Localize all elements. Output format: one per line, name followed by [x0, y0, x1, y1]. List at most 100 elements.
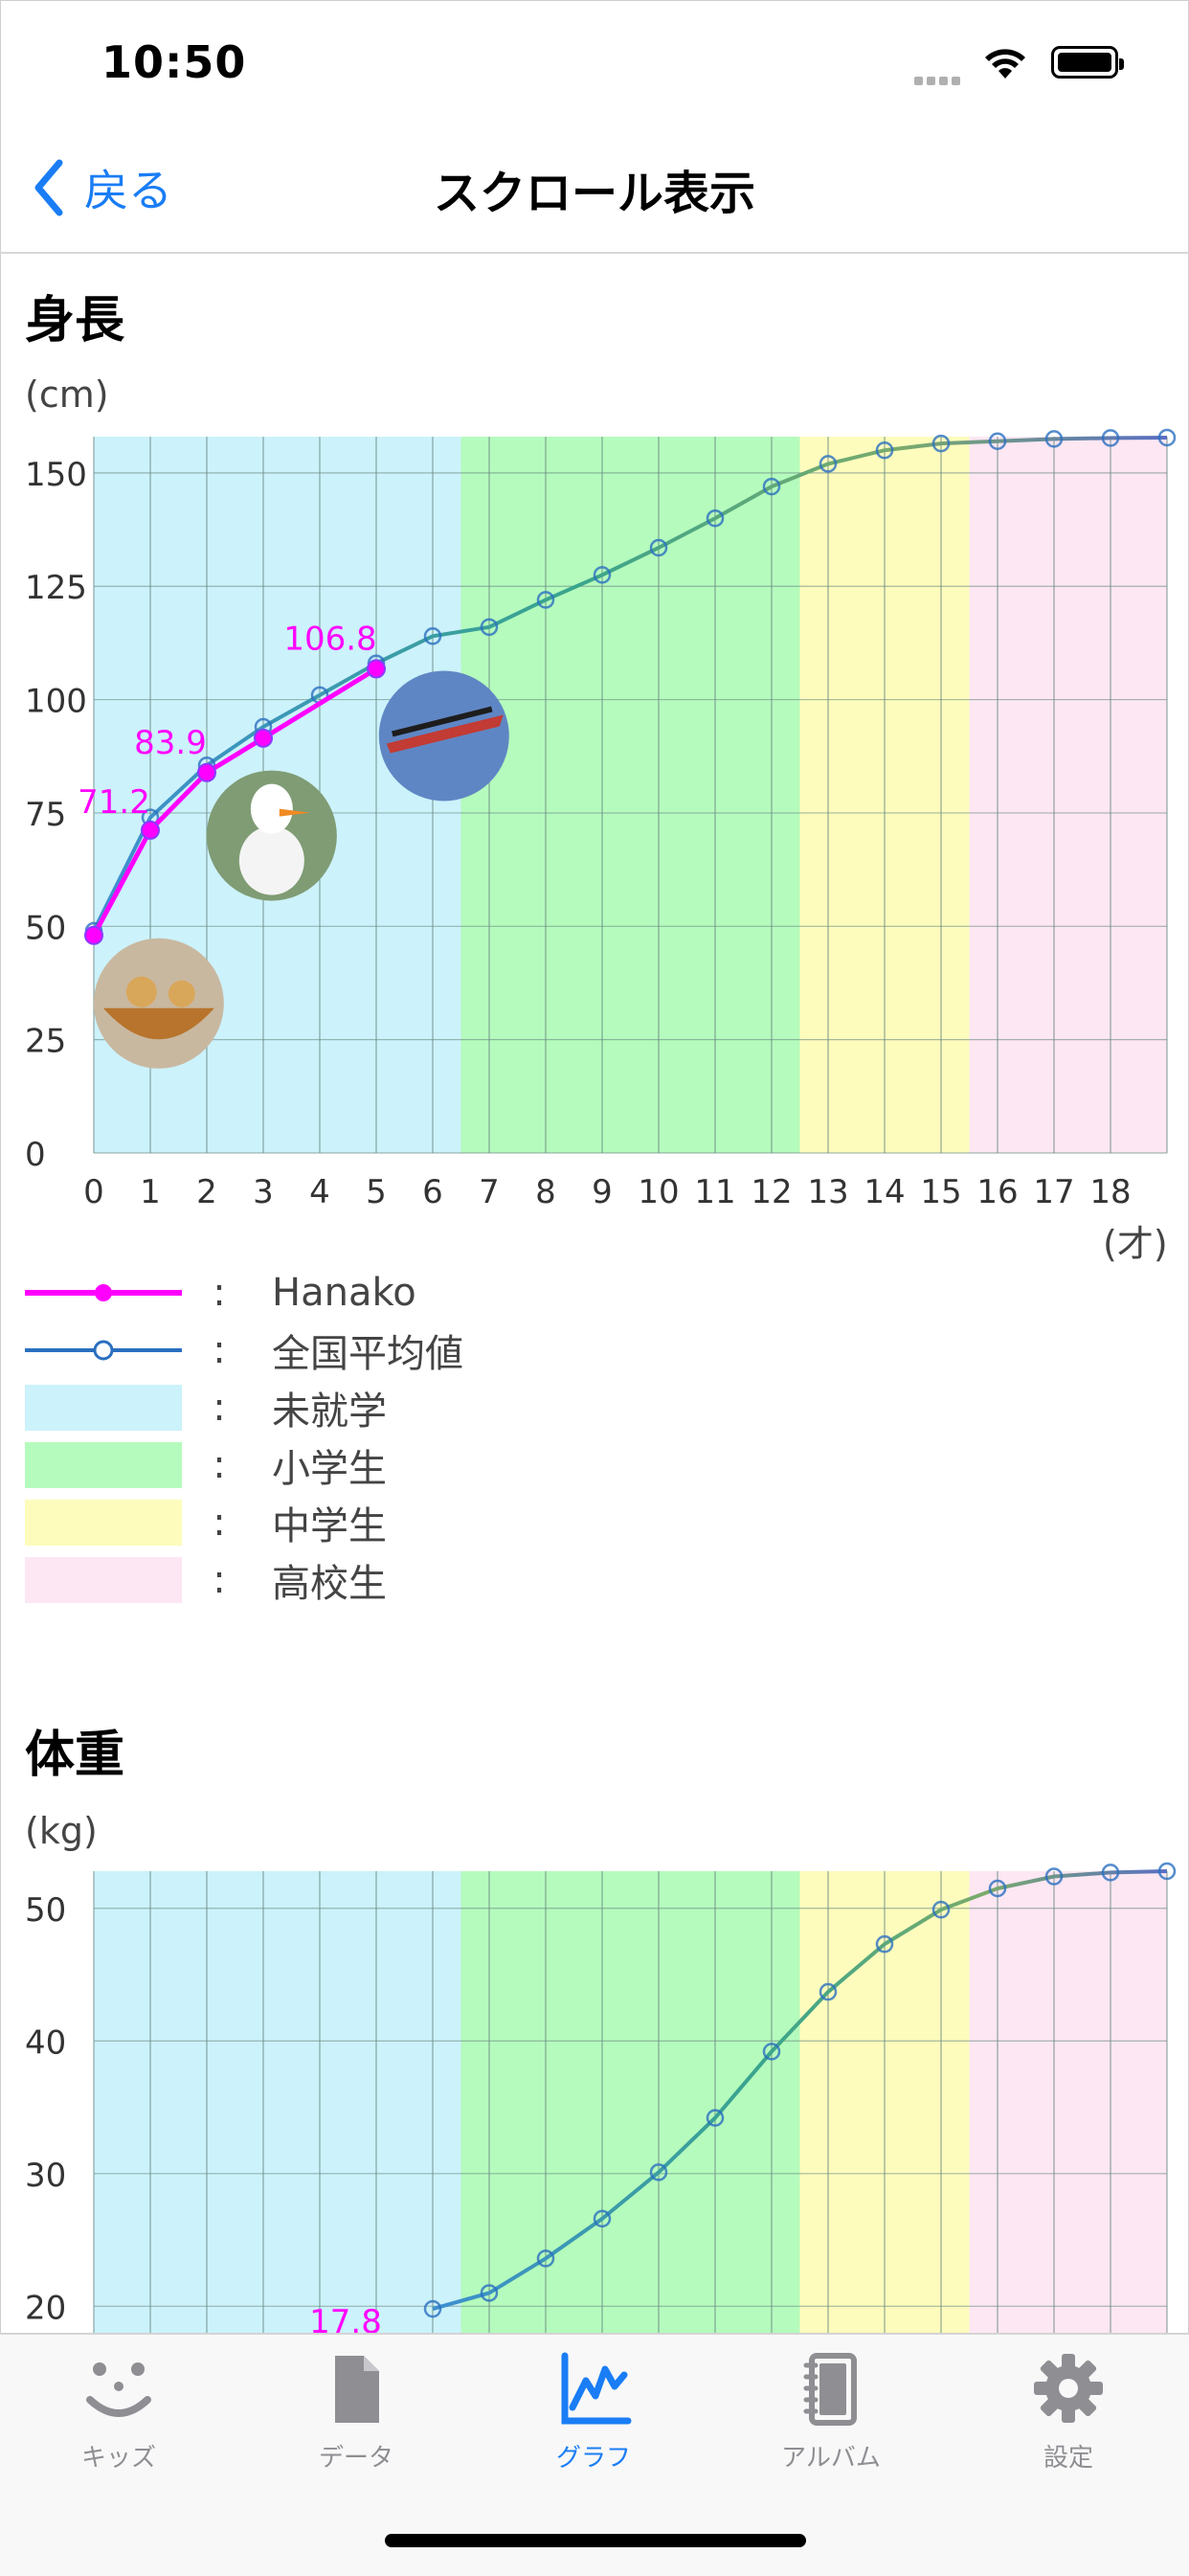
x-tick-label: 3 [253, 1173, 274, 1211]
legend-item: : 小学生 [25, 1440, 387, 1491]
series-point-hanako [84, 925, 103, 945]
legend-separator: : [213, 1328, 226, 1372]
weight-unit-label: (kg) [25, 1810, 98, 1852]
y-tick-label: 100 [25, 683, 87, 721]
photo-circle [93, 938, 224, 1069]
data-label-hanako: 106.8 [283, 620, 376, 658]
y-tick-label: 125 [25, 569, 87, 607]
bear-head [125, 976, 157, 1007]
legend-item: : 高校生 [25, 1555, 387, 1606]
x-tick-label: 15 [920, 1173, 961, 1211]
x-tick-label: 5 [366, 1173, 387, 1211]
series-point-hanako [197, 762, 216, 782]
band-小学生 [460, 1871, 800, 2333]
tab-album-label: アルバム [781, 2444, 881, 2473]
home-indicator [385, 2534, 806, 2547]
data-label-hanako: 17.8 [309, 2303, 382, 2333]
legend-label: 高校生 [272, 1562, 387, 1606]
y-tick-label: 50 [25, 1891, 66, 1930]
band-高校生 [969, 437, 1167, 1153]
x-tick-label: 10 [638, 1173, 679, 1211]
document-icon [335, 2356, 379, 2423]
x-tick-label: 17 [1033, 1173, 1074, 1211]
tab-graph[interactable]: グラフ [498, 2352, 689, 2474]
legend-label: 全国平均値 [272, 1332, 463, 1376]
x-tick-label: 9 [592, 1173, 613, 1211]
y-tick-label: 20 [25, 2289, 66, 2327]
x-tick-label: 2 [196, 1173, 217, 1211]
photo-thumbnail-teddy-bears-in-basket [93, 938, 224, 1069]
status-time: 10:50 [101, 36, 247, 88]
y-tick-label: 30 [25, 2157, 66, 2195]
x-tick-label: 6 [422, 1173, 443, 1211]
y-tick-label: 25 [25, 1023, 66, 1061]
data-label-hanako: 71.2 [78, 783, 150, 822]
legend-item: : Hanako [25, 1268, 416, 1318]
height-unit-label: (cm) [25, 373, 109, 416]
snowman-body [238, 825, 304, 895]
x-tick-label: 14 [864, 1173, 905, 1211]
tab-graph-label: グラフ [555, 2444, 631, 2473]
y-tick-label: 40 [25, 2023, 66, 2062]
x-tick-label: 4 [309, 1173, 330, 1211]
tab-album[interactable]: アルバム [735, 2352, 927, 2474]
snowman-head [250, 783, 293, 834]
legend-separator: : [213, 1443, 226, 1487]
weight-section-title: 体重 [25, 1727, 125, 1784]
x-tick-label: 12 [751, 1173, 792, 1211]
face-icon [86, 2362, 151, 2417]
band-高校生 [969, 1871, 1167, 2333]
nav-divider [0, 252, 1189, 254]
y-tick-label: 0 [25, 1136, 46, 1174]
x-tick-label: 16 [976, 1173, 1018, 1211]
bear-head [168, 980, 195, 1007]
cellular-signal-icon [914, 71, 964, 89]
height-section-title: 身長 [25, 292, 125, 350]
legend-swatch [25, 1385, 182, 1431]
legend-item: : 中学生 [25, 1498, 387, 1548]
legend-item: : 全国平均値 [25, 1325, 463, 1376]
series-point-hanako [254, 728, 273, 748]
tab-data-label: データ [318, 2444, 393, 2473]
legend-separator: : [213, 1501, 226, 1545]
legend-swatch [25, 1442, 182, 1488]
legend-swatch [25, 1340, 182, 1361]
legend-swatch [25, 1284, 182, 1301]
gear-icon [1034, 2354, 1103, 2423]
photo-thumbnail-snowman-figure [206, 770, 337, 901]
photo-thumbnail-flying-jets [378, 670, 509, 802]
data-label-hanako: 83.9 [134, 724, 207, 762]
legend-swatch [25, 1500, 182, 1546]
series-point-hanako [367, 659, 386, 679]
x-tick-label: 1 [140, 1173, 161, 1211]
height-x-unit-label: (才) [1103, 1223, 1168, 1265]
x-tick-label: 0 [83, 1173, 104, 1211]
wifi-icon [982, 44, 1028, 84]
x-tick-label: 18 [1089, 1173, 1131, 1211]
legend-label: 未就学 [272, 1390, 387, 1434]
battery-icon [1051, 46, 1124, 79]
tab-settings[interactable]: 設定 [973, 2352, 1164, 2474]
band-小学生 [460, 437, 800, 1153]
y-tick-label: 150 [25, 456, 87, 494]
legend-label: Hanako [272, 1271, 416, 1315]
tab-kids[interactable]: キッズ [23, 2352, 214, 2474]
album-icon [803, 2353, 857, 2426]
tab-kids-label: キッズ [80, 2444, 156, 2473]
band-未就学 [94, 1871, 461, 2333]
legend-label: 小学生 [272, 1447, 387, 1491]
y-tick-label: 50 [25, 909, 66, 947]
legend-swatch [25, 1557, 182, 1603]
x-tick-label: 11 [694, 1173, 735, 1211]
weight-chart[interactable]: 20 30 40 50 17.8 [0, 1858, 1189, 2333]
series-point-hanako [141, 820, 160, 840]
tab-data[interactable]: データ [260, 2352, 452, 2474]
page-title: スクロール表示 [433, 167, 755, 220]
legend-label: 中学生 [272, 1504, 387, 1548]
legend-separator: : [213, 1271, 226, 1315]
chart-icon [561, 2352, 632, 2425]
x-tick-label: 7 [479, 1173, 500, 1211]
height-chart[interactable]: 02550751001251500 1 2 3 4 5 6 7 8 9 10 11 12 13 14 15 16… [0, 421, 1189, 1264]
x-tick-label: 8 [535, 1173, 556, 1211]
legend-separator: : [213, 1386, 226, 1430]
